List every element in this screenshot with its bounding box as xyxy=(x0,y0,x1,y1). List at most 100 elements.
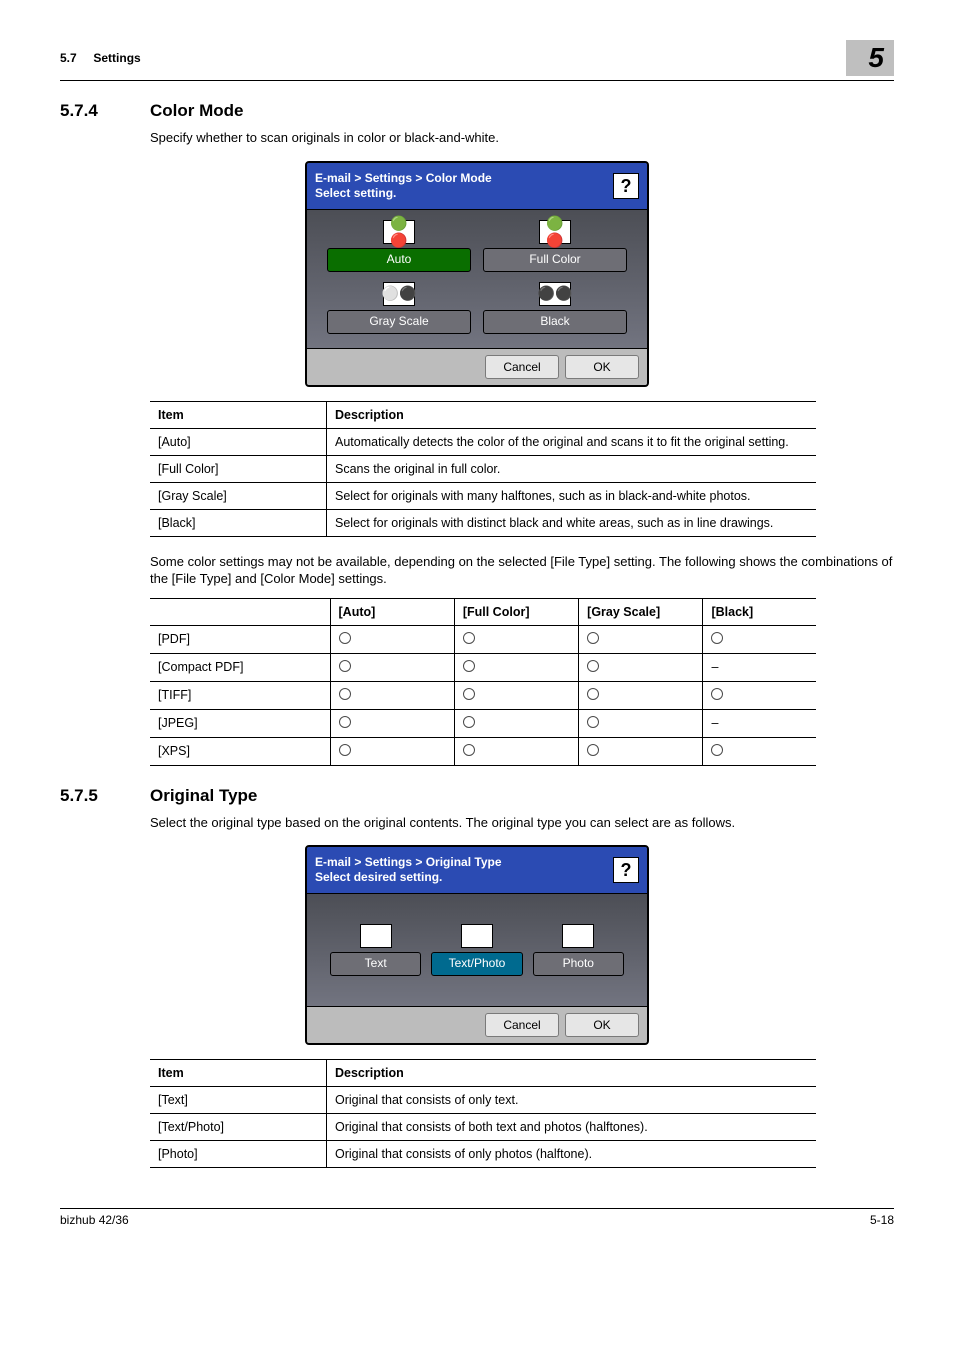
screenshot-color-mode: E-mail > Settings > Color Mode Select se… xyxy=(305,161,649,387)
cell xyxy=(330,737,454,765)
section-575-intro: Select the original type based on the or… xyxy=(150,814,894,832)
circle-icon xyxy=(587,688,599,700)
cancel-button[interactable]: Cancel xyxy=(485,355,559,379)
circle-icon xyxy=(339,632,351,644)
cell xyxy=(579,681,703,709)
option-text[interactable]: ≡ Text xyxy=(330,924,421,976)
cell-blank xyxy=(150,598,330,625)
full-color-icon: 🟢🔴 xyxy=(539,220,571,244)
table-row: [Auto] [Full Color] [Gray Scale] [Black] xyxy=(150,598,816,625)
help-icon[interactable]: ? xyxy=(613,173,639,199)
table-row: [Photo] Original that consists of only p… xyxy=(150,1141,816,1168)
table-row: [Gray Scale] Select for originals with m… xyxy=(150,482,816,509)
cell xyxy=(703,681,816,709)
col-item-header: Item xyxy=(150,1060,327,1087)
ok-button[interactable]: OK xyxy=(565,1013,639,1037)
circle-icon xyxy=(587,744,599,756)
header-left: 5.7 Settings xyxy=(60,51,141,65)
cell-item: [Text] xyxy=(150,1087,327,1114)
option-black[interactable]: ⚫⚫ Black xyxy=(483,282,627,334)
ss-body: ≡ Text 🖼≡ Text/Photo 🖼 Photo xyxy=(307,893,647,1006)
cell: – xyxy=(703,709,816,737)
footer-left: bizhub 42/36 xyxy=(60,1213,129,1227)
ss-crumb-line2: Select setting. xyxy=(315,186,396,200)
circle-icon xyxy=(339,660,351,672)
cell xyxy=(703,625,816,653)
header-chapter: 5 xyxy=(846,40,894,76)
ss-breadcrumb: E-mail > Settings > Color Mode Select se… xyxy=(315,171,492,201)
cell xyxy=(330,709,454,737)
circle-icon xyxy=(463,660,475,672)
cell: [JPEG] xyxy=(150,709,330,737)
help-icon[interactable]: ? xyxy=(613,857,639,883)
col-full: [Full Color] xyxy=(454,598,578,625)
photo-button: Photo xyxy=(533,952,624,976)
gray-scale-button: Gray Scale xyxy=(327,310,471,334)
option-photo[interactable]: 🖼 Photo xyxy=(533,924,624,976)
color-mode-note: Some color settings may not be available… xyxy=(150,553,894,588)
col-desc-header: Description xyxy=(327,1060,817,1087)
header-section-num: 5.7 xyxy=(60,51,77,65)
table-row: [Full Color] Scans the original in full … xyxy=(150,455,816,482)
section-574-num: 5.7.4 xyxy=(60,101,150,121)
circle-icon xyxy=(711,632,723,644)
cell-item: [Gray Scale] xyxy=(150,482,327,509)
option-auto[interactable]: 🟢🔴 Auto xyxy=(327,220,471,272)
table-row: [PDF] xyxy=(150,625,816,653)
ss-bottombar: Cancel OK xyxy=(307,1006,647,1043)
text-photo-icon: 🖼≡ xyxy=(461,924,493,948)
cell: [PDF] xyxy=(150,625,330,653)
table-row: [Auto] Automatically detects the color o… xyxy=(150,428,816,455)
text-icon: ≡ xyxy=(360,924,392,948)
cell-desc: Original that consists of only text. xyxy=(327,1087,817,1114)
ss-titlebar: E-mail > Settings > Color Mode Select se… xyxy=(307,163,647,209)
cell: – xyxy=(703,653,816,681)
cell xyxy=(703,737,816,765)
circle-icon xyxy=(339,688,351,700)
table-color-mode-desc: Item Description [Auto] Automatically de… xyxy=(150,401,816,537)
black-icon: ⚫⚫ xyxy=(539,282,571,306)
auto-icon: 🟢🔴 xyxy=(383,220,415,244)
ss-crumb-line1: E-mail > Settings > Original Type xyxy=(315,855,502,869)
col-black: [Black] xyxy=(703,598,816,625)
cancel-button[interactable]: Cancel xyxy=(485,1013,559,1037)
col-item-header: Item xyxy=(150,401,327,428)
table-row: [TIFF] xyxy=(150,681,816,709)
section-575-heading: 5.7.5 Original Type xyxy=(60,786,894,806)
option-text-photo[interactable]: 🖼≡ Text/Photo xyxy=(431,924,522,976)
cell xyxy=(454,709,578,737)
circle-icon xyxy=(463,716,475,728)
table-combinations: [Auto] [Full Color] [Gray Scale] [Black]… xyxy=(150,598,816,766)
section-575-num: 5.7.5 xyxy=(60,786,150,806)
circle-icon xyxy=(711,688,723,700)
ss-titlebar: E-mail > Settings > Original Type Select… xyxy=(307,847,647,893)
cell xyxy=(454,625,578,653)
black-button: Black xyxy=(483,310,627,334)
circle-icon xyxy=(587,716,599,728)
ss-crumb-line2: Select desired setting. xyxy=(315,870,442,884)
screenshot-original-type: E-mail > Settings > Original Type Select… xyxy=(305,845,649,1045)
section-574-intro: Specify whether to scan originals in col… xyxy=(150,129,894,147)
cell xyxy=(330,681,454,709)
cell xyxy=(579,737,703,765)
col-desc-header: Description xyxy=(327,401,817,428)
option-gray-scale[interactable]: ⚪⚫ Gray Scale xyxy=(327,282,471,334)
page-footer: bizhub 42/36 5-18 xyxy=(60,1208,894,1227)
cell xyxy=(579,625,703,653)
footer-right: 5-18 xyxy=(870,1213,894,1227)
gray-scale-icon: ⚪⚫ xyxy=(383,282,415,306)
cell-desc: Select for originals with distinct black… xyxy=(327,509,817,536)
table-original-type-desc: Item Description [Text] Original that co… xyxy=(150,1059,816,1168)
cell-desc: Automatically detects the color of the o… xyxy=(327,428,817,455)
circle-icon xyxy=(711,744,723,756)
ok-button[interactable]: OK xyxy=(565,355,639,379)
table-row: [Text/Photo] Original that consists of b… xyxy=(150,1114,816,1141)
option-full-color[interactable]: 🟢🔴 Full Color xyxy=(483,220,627,272)
cell: [TIFF] xyxy=(150,681,330,709)
cell-item: [Auto] xyxy=(150,428,327,455)
page-header: 5.7 Settings 5 xyxy=(60,40,894,81)
cell-item: [Photo] xyxy=(150,1141,327,1168)
ss-bottombar: Cancel OK xyxy=(307,348,647,385)
cell xyxy=(454,653,578,681)
circle-icon xyxy=(339,716,351,728)
